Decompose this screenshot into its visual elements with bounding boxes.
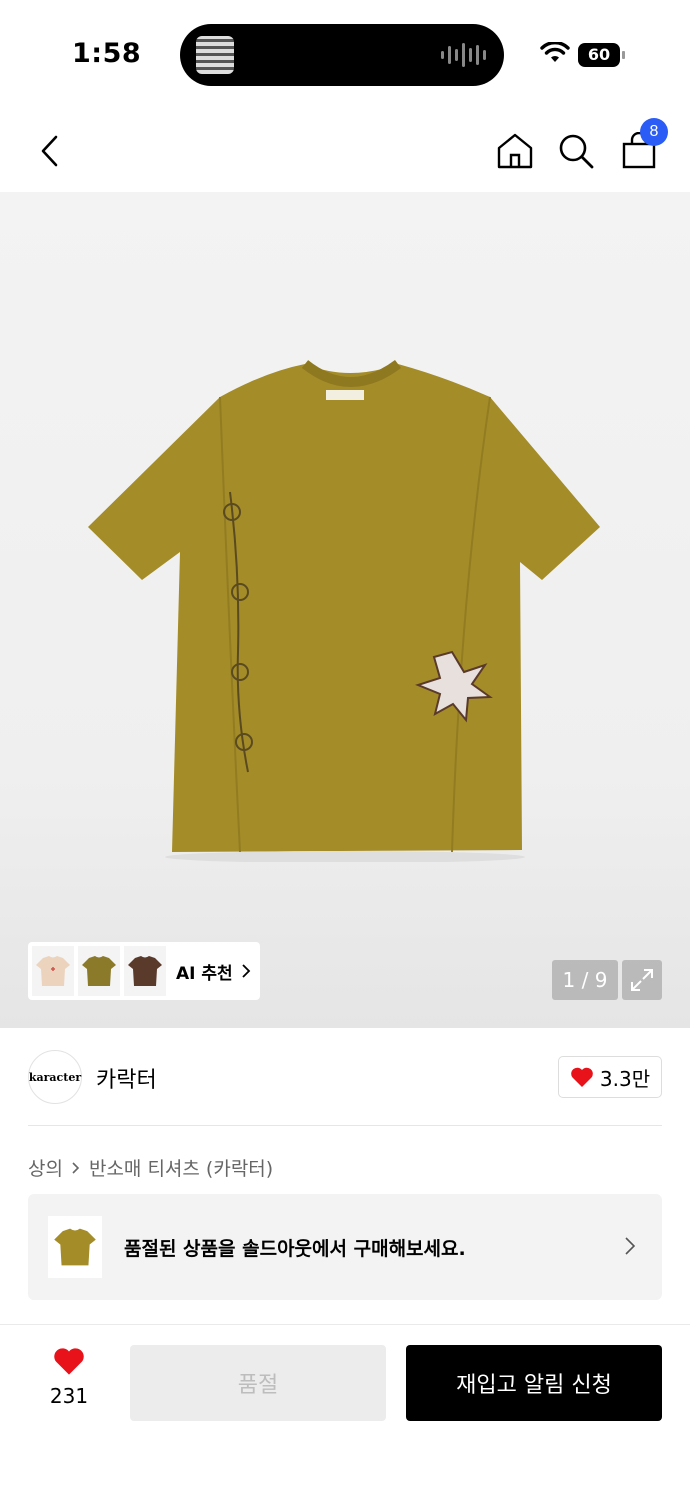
wishlist-count: 231	[49, 1384, 89, 1408]
brand-logo[interactable]: karacter	[28, 1050, 82, 1104]
ai-recommend-label: AI 추천	[176, 963, 233, 984]
ai-thumb-1[interactable]	[32, 946, 74, 996]
banner-product-thumb	[48, 1216, 102, 1278]
breadcrumb-category[interactable]: 상의	[28, 1154, 63, 1181]
expand-image-button[interactable]	[622, 960, 662, 1000]
image-counter: 1 / 9	[552, 960, 618, 1000]
chevron-right-icon	[242, 964, 250, 978]
breadcrumb: 상의 반소매 티셔츠 (카락터)	[28, 1154, 273, 1181]
dynamic-island[interactable]	[180, 24, 504, 86]
expand-icon	[631, 969, 653, 991]
brand-like-count: 3.3만	[599, 1066, 651, 1091]
ai-recommend-button[interactable]: AI 추천	[28, 942, 260, 1000]
soldout-banner[interactable]: 품절된 상품을 솔드아웃에서 구매해보세요.	[28, 1194, 662, 1300]
chevron-right-icon	[625, 1237, 636, 1255]
top-nav: 8	[0, 110, 690, 192]
ai-thumb-2[interactable]	[78, 946, 120, 996]
audio-waveform-icon	[441, 42, 486, 68]
bottom-bar-divider	[0, 1324, 690, 1325]
search-button[interactable]	[553, 128, 599, 174]
status-bar: 1:58 60	[0, 0, 690, 110]
back-button[interactable]	[26, 128, 72, 174]
heart-icon	[54, 1348, 84, 1375]
heart-icon	[571, 1067, 593, 1087]
brand-row[interactable]: karacter 카락터 3.3만	[28, 1050, 662, 1104]
now-playing-artwork	[196, 36, 234, 74]
soldout-button[interactable]: 품절	[130, 1345, 386, 1421]
cart-count-badge: 8	[640, 118, 668, 146]
status-time: 1:58	[72, 38, 142, 69]
restock-alert-button[interactable]: 재입고 알림 신청	[406, 1345, 662, 1421]
chevron-left-icon	[41, 135, 58, 167]
home-icon	[497, 133, 533, 169]
search-icon	[559, 134, 594, 169]
divider	[28, 1125, 662, 1126]
product-image-gallery[interactable]: AI 추천 1 / 9	[0, 192, 690, 1028]
brand-like-button[interactable]: 3.3만	[558, 1056, 662, 1098]
brand-name[interactable]: 카락터	[96, 1062, 157, 1094]
battery-indicator: 60	[578, 43, 625, 67]
wifi-icon	[540, 42, 570, 62]
wishlist-button[interactable]: 231	[40, 1346, 98, 1408]
cart-button[interactable]: 8	[616, 118, 668, 174]
ai-thumb-3[interactable]	[124, 946, 166, 996]
chevron-right-icon	[72, 1161, 80, 1174]
product-image	[88, 359, 600, 862]
breadcrumb-subcategory[interactable]: 반소매 티셔츠 (카락터)	[89, 1154, 273, 1181]
home-button[interactable]	[492, 128, 538, 174]
banner-text: 품절된 상품을 솔드아웃에서 구매해보세요.	[124, 1238, 466, 1260]
